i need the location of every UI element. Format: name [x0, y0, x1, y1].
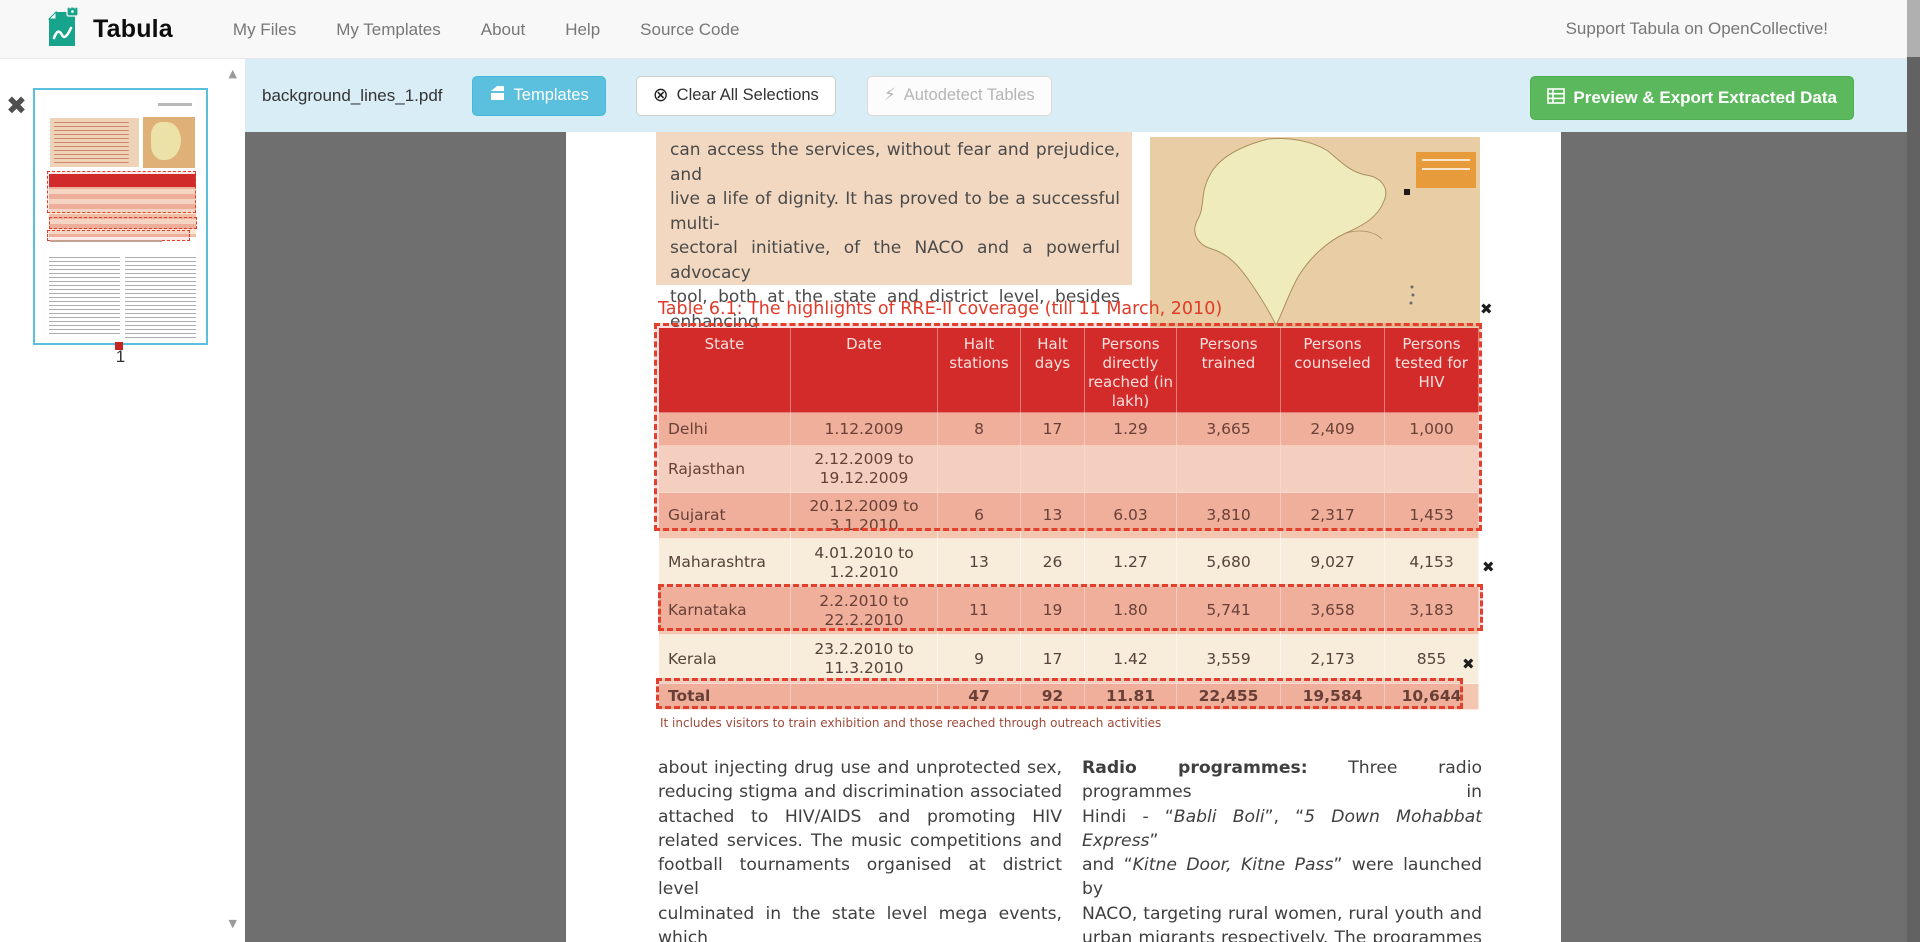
table-cell: 26: [1021, 539, 1085, 587]
navbar: Tabula My FilesMy TemplatesAboutHelpSour…: [0, 0, 1920, 59]
thumb-text-column: [125, 257, 196, 341]
templates-button[interactable]: Templates: [472, 76, 606, 116]
thumb-table: [49, 174, 196, 237]
text-line: urban migrants respectively. The program…: [1082, 926, 1482, 942]
table-cell: 9: [938, 635, 1021, 684]
left-text-column: about injecting drug use and unprotected…: [658, 756, 1062, 942]
thumb-selection-2: [49, 217, 197, 229]
brand[interactable]: Tabula: [44, 5, 173, 54]
table-cell: 4.01.2010 to 1.2.2010: [791, 539, 938, 587]
nav-item-source-code[interactable]: Source Code: [620, 0, 759, 59]
autodetect-tables-button[interactable]: ⚡ Autodetect Tables: [867, 76, 1052, 116]
map-legend-box: [1416, 152, 1476, 188]
scroll-up-icon[interactable]: ▲: [229, 67, 237, 80]
toolbar: background_lines_1.pdf Templates ⊗ Clear…: [245, 59, 1907, 132]
text-line: about injecting drug use and unprotected…: [658, 756, 1062, 780]
table-cell: 2,173: [1281, 635, 1385, 684]
text-line: NACO, targeting rural women, rural youth…: [1082, 902, 1482, 926]
text-line: attached to HIV/AIDS and promoting HIV: [658, 805, 1062, 829]
table-title: Table 6.1: The highlights of RRE-II cove…: [658, 299, 1222, 319]
table-cell: 1.42: [1085, 635, 1177, 684]
page-scrollbar-thumb[interactable]: [1907, 0, 1920, 57]
table-cell: 1.27: [1085, 539, 1177, 587]
close-file-icon[interactable]: ✖: [6, 93, 27, 118]
tabula-logo-icon: [44, 5, 82, 54]
table-cell: 17: [1021, 635, 1085, 684]
nav-item-my-files[interactable]: My Files: [213, 0, 316, 59]
right-text-column: Radio programmes: Three radio programmes…: [1082, 756, 1482, 942]
text-line: live a life of dignity. It has proved to…: [670, 187, 1120, 236]
table-cell: 23.2.2010 to 11.3.2010: [791, 635, 938, 684]
support-link[interactable]: Support Tabula on OpenCollective!: [1566, 19, 1828, 39]
tabula-app: Tabula My FilesMy TemplatesAboutHelpSour…: [0, 0, 1920, 942]
templates-label: Templates: [514, 86, 589, 105]
clear-label: Clear All Selections: [677, 86, 819, 105]
text-line: culminated in the state level mega event…: [658, 902, 1062, 942]
text-line: Hindi - “Babli Boli”, “5 Down Mohabbat E…: [1082, 805, 1482, 854]
pdf-page: can access the services, without fear an…: [566, 132, 1561, 942]
nav-items: My FilesMy TemplatesAboutHelpSource Code: [213, 0, 759, 59]
table-cell: 5,680: [1177, 539, 1281, 587]
selection-region-3[interactable]: [656, 678, 1463, 709]
table-cell: 13: [938, 539, 1021, 587]
page-number: 1: [33, 347, 208, 367]
page-scrollbar[interactable]: [1907, 0, 1920, 942]
thumb-header-line: [158, 103, 192, 106]
thumb-text-block: [50, 118, 139, 167]
filename-label: background_lines_1.pdf: [262, 86, 443, 106]
selection-region-2[interactable]: [658, 584, 1483, 631]
table-cell: 9,027: [1281, 539, 1385, 587]
clear-icon: ⊗: [653, 86, 669, 105]
selection-region-1[interactable]: [654, 323, 1482, 531]
map-legend-marker: [1404, 189, 1410, 195]
autodetect-label: Autodetect Tables: [904, 86, 1035, 105]
table-row: Maharashtra4.01.2010 to 1.2.201013261.27…: [659, 539, 1479, 587]
table-cell: Kerala: [659, 635, 791, 684]
document-viewport: can access the services, without fear an…: [245, 132, 1907, 942]
clear-selections-button[interactable]: ⊗ Clear All Selections: [636, 76, 836, 116]
remove-selection-2-icon[interactable]: ✖: [1482, 560, 1495, 575]
thumb-text-column: [49, 257, 120, 335]
intro-paragraph: can access the services, without fear an…: [656, 132, 1132, 285]
text-line: reducing stigma and discrimination assoc…: [658, 780, 1062, 804]
nav-item-about[interactable]: About: [461, 0, 545, 59]
page-thumbnail[interactable]: [33, 88, 208, 345]
sidebar: ✖ 1 ▲ ▼: [0, 59, 245, 942]
text-line: football tournaments organised at distri…: [658, 853, 1062, 902]
export-label: Preview & Export Extracted Data: [1573, 88, 1837, 108]
nav-item-my-templates[interactable]: My Templates: [316, 0, 461, 59]
text-line: related services. The music competitions…: [658, 829, 1062, 853]
text-line: and “Kitne Door, Kitne Pass” were launch…: [1082, 853, 1482, 902]
export-table-icon: [1547, 88, 1565, 109]
templates-icon: [489, 85, 506, 106]
table-cell: Maharashtra: [659, 539, 791, 587]
thumb-map: [143, 117, 195, 168]
table-cell: 3,559: [1177, 635, 1281, 684]
brand-title: Tabula: [93, 15, 173, 44]
thumb-selection-1: [47, 171, 196, 213]
table-row: Kerala23.2.2010 to 11.3.20109171.423,559…: [659, 635, 1479, 684]
remove-selection-1-icon[interactable]: ✖: [1480, 302, 1493, 317]
table-cell: 4,153: [1385, 539, 1479, 587]
nav-item-help[interactable]: Help: [545, 0, 620, 59]
text-line: sectoral initiative, of the NACO and a p…: [670, 236, 1120, 285]
bolt-icon: ⚡: [884, 87, 896, 104]
text-line: can access the services, without fear an…: [670, 138, 1120, 187]
remove-selection-3-icon[interactable]: ✖: [1462, 657, 1475, 672]
text-line: Radio programmes: Three radio programmes…: [1082, 756, 1482, 805]
export-button[interactable]: Preview & Export Extracted Data: [1530, 76, 1854, 120]
table-caption: It includes visitors to train exhibition…: [660, 716, 1161, 730]
thumb-caption-line: [50, 240, 162, 242]
scroll-down-icon[interactable]: ▼: [229, 917, 237, 930]
